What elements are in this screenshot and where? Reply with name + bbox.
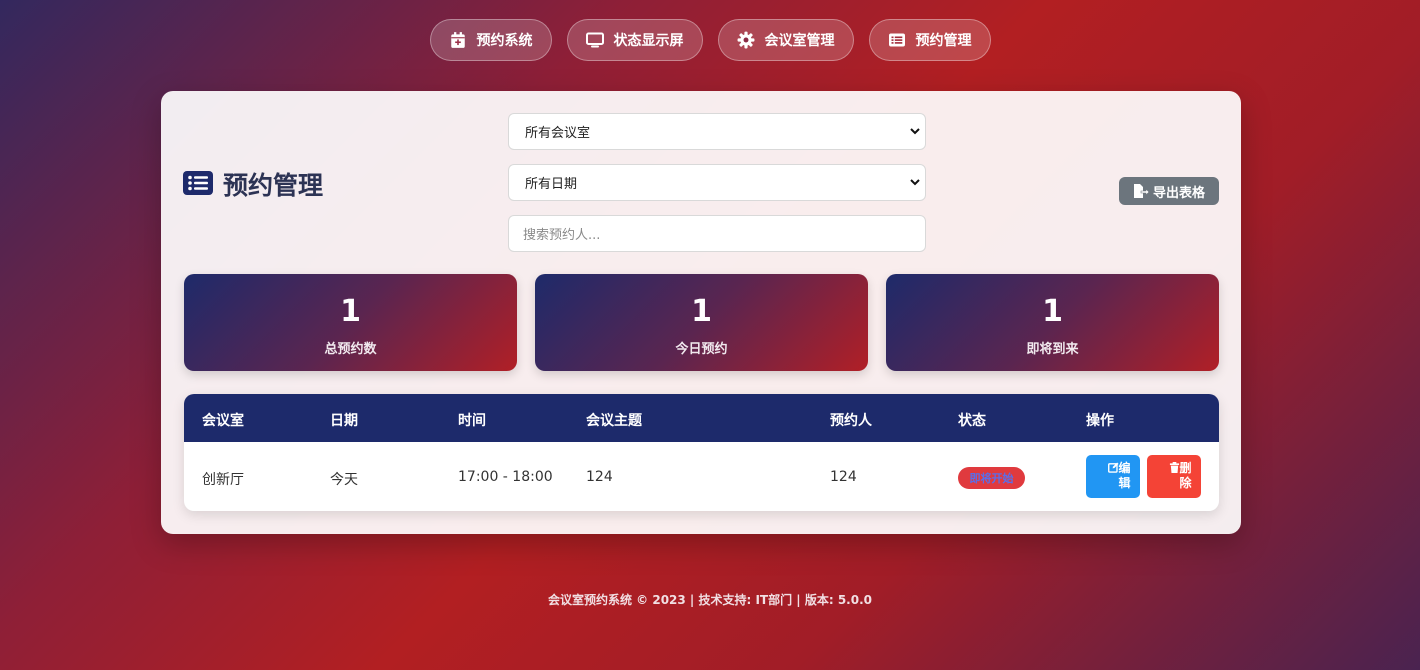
export-label: 导出表格	[1152, 185, 1205, 201]
cell-booker: 124	[830, 469, 857, 485]
stat-card-total: 1 总预约数	[184, 274, 517, 371]
col-subject: 会议主题	[586, 413, 642, 429]
main-panel: 预约管理 所有会议室 所有日期 搜索预约人... 导出表格 1 总预约数 1 今…	[161, 91, 1241, 534]
col-time: 时间	[458, 413, 486, 429]
table-row: 创新厅 今天 17:00 - 18:00 124 124 即将开始 编 辑 删 …	[184, 442, 1219, 511]
date-select[interactable]: 所有日期	[508, 164, 926, 201]
stat-upcoming-value: 1	[1042, 294, 1063, 329]
chevron-down-icon	[910, 179, 920, 186]
delete-button[interactable]: 删 除	[1147, 455, 1201, 498]
cell-time: 17:00 - 18:00	[458, 469, 553, 485]
stat-today-label: 今日预约	[675, 342, 728, 357]
nav-room-management[interactable]: 会议室管理	[717, 19, 854, 61]
col-room: 会议室	[202, 413, 244, 429]
gear-icon	[737, 31, 754, 49]
stat-card-upcoming: 1 即将到来	[886, 274, 1219, 371]
search-input[interactable]: 搜索预约人...	[508, 215, 926, 252]
col-date: 日期	[330, 413, 358, 429]
edit-icon	[1107, 462, 1119, 473]
col-status: 状态	[958, 413, 986, 429]
status-badge: 即将开始	[958, 467, 1025, 489]
edit-button[interactable]: 编 辑	[1086, 455, 1140, 498]
search-placeholder: 搜索预约人...	[523, 228, 601, 243]
chevron-down-icon	[910, 128, 920, 135]
page-title-text: 预约管理	[223, 171, 324, 200]
top-nav: 预约系统 状态显示屏 会议室管理 预约管理	[0, 19, 1420, 61]
room-select-value: 所有会议室	[525, 126, 591, 141]
filter-group: 所有会议室 所有日期 搜索预约人...	[508, 113, 926, 266]
stat-card-today: 1 今日预约	[535, 274, 868, 371]
file-export-icon	[1133, 184, 1149, 198]
stat-today-value: 1	[691, 294, 712, 329]
trash-icon	[1169, 462, 1179, 473]
stats-row: 1 总预约数 1 今日预约 1 即将到来	[184, 274, 1219, 371]
cell-room: 创新厅	[202, 472, 244, 488]
calendar-plus-icon	[450, 32, 465, 48]
room-select[interactable]: 所有会议室	[508, 113, 926, 150]
footer: 会议室预约系统 © 2023 | 技术支持: IT部门 | 版本: 5.0.0	[547, 593, 872, 607]
stat-total-value: 1	[340, 294, 361, 329]
cell-subject: 124	[586, 469, 613, 485]
nav-status-display-label: 状态显示屏	[613, 33, 684, 49]
cell-date: 今天	[330, 472, 358, 488]
nav-booking-system[interactable]: 预约系统	[429, 19, 552, 61]
col-actions: 操作	[1086, 413, 1114, 429]
col-booker: 预约人	[830, 413, 872, 429]
stat-upcoming-label: 即将到来	[1026, 342, 1079, 357]
delete-label: 删 除	[1179, 461, 1192, 490]
page-title: 预约管理	[183, 166, 323, 202]
monitor-icon	[585, 32, 604, 48]
date-select-value: 所有日期	[525, 177, 578, 192]
edit-label: 编 辑	[1118, 461, 1131, 490]
nav-room-management-label: 会议室管理	[764, 33, 835, 49]
table-header: 会议室 日期 时间 会议主题 预约人 状态 操作	[184, 394, 1219, 442]
nav-booking-system-label: 预约系统	[476, 33, 533, 49]
bookings-table: 会议室 日期 时间 会议主题 预约人 状态 操作 创新厅 今天 17:00 - …	[184, 394, 1219, 511]
nav-status-display[interactable]: 状态显示屏	[566, 19, 703, 61]
stat-total-label: 总预约数	[324, 342, 377, 357]
export-button[interactable]: 导出表格	[1118, 177, 1219, 205]
nav-booking-management-label: 预约管理	[915, 33, 972, 49]
nav-booking-management[interactable]: 预约管理	[868, 19, 991, 61]
list-icon	[183, 171, 213, 195]
list-alt-icon	[888, 33, 905, 47]
